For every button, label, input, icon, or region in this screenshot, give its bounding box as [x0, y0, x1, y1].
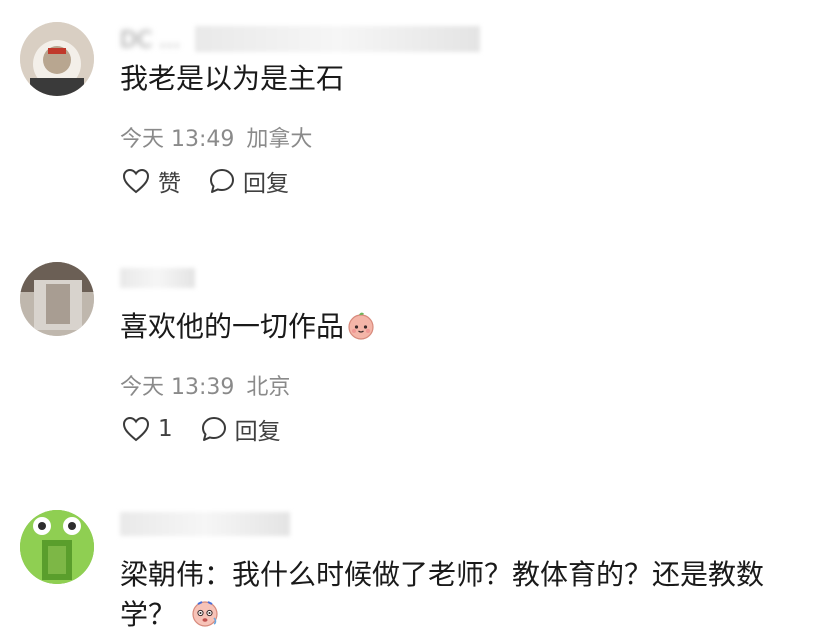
avatar[interactable] — [20, 510, 94, 584]
comment-text: 梁朝伟：我什么时候做了老师？教体育的？还是教数 — [120, 558, 765, 591]
confused-face-emoji-icon — [192, 601, 218, 627]
username-redaction — [120, 512, 290, 536]
avatar-image — [20, 510, 94, 584]
comment-item: 梁朝伟：我什么时候做了老师？教体育的？还是教数 学？ — [0, 0, 826, 636]
comment-text: 学？ — [120, 594, 220, 636]
comment-text-content: 学？ — [120, 598, 177, 631]
